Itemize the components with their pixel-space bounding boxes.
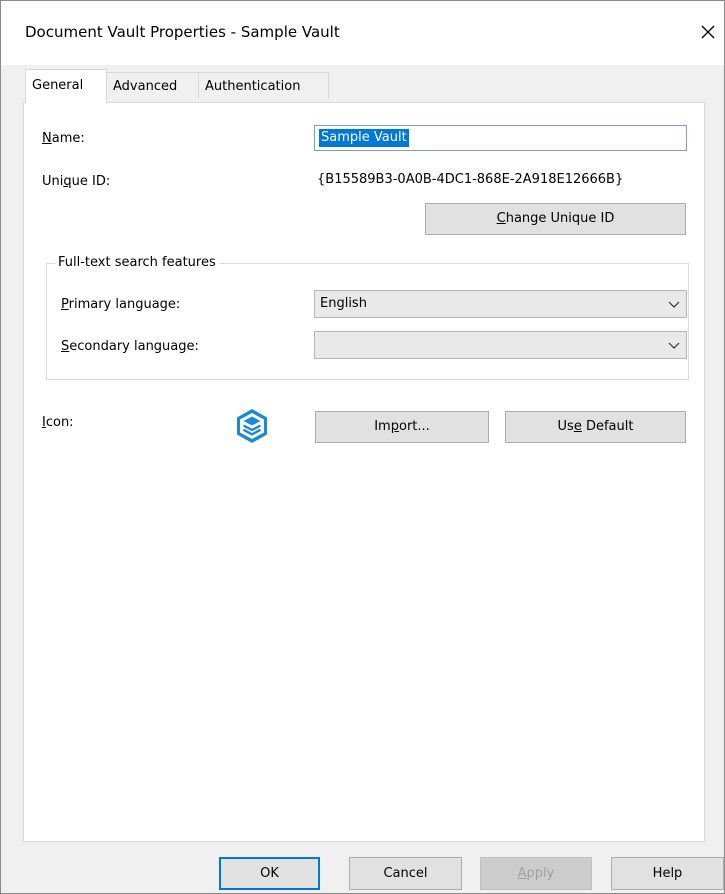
use-default-button[interactable]: Use Default: [505, 411, 686, 443]
import-button-a: Im: [374, 419, 391, 434]
dialog-client-area: General Advanced Authentication Name: Sa…: [1, 65, 724, 893]
unique-id-label-mnemonic: q: [63, 174, 72, 189]
general-tab-panel: Name: Sample Vault Unique ID: {B15589B3-…: [23, 102, 705, 842]
fulltext-group-title: Full-text search features: [55, 255, 219, 270]
primary-language-select[interactable]: English: [314, 290, 687, 318]
window-title: Document Vault Properties - Sample Vault: [25, 23, 340, 41]
close-icon[interactable]: [691, 15, 725, 49]
name-label-rest: ame:: [51, 131, 85, 146]
use-default-mnemonic: e: [573, 419, 582, 434]
change-button-rest: hange Unique ID: [505, 211, 615, 226]
properties-dialog: Document Vault Properties - Sample Vault…: [0, 0, 725, 894]
icon-label: Icon:: [42, 415, 74, 430]
chevron-down-icon: [668, 342, 680, 349]
chevron-down-icon: [668, 301, 680, 308]
name-label-mnemonic: N: [42, 131, 52, 146]
change-button-mnemonic: C: [496, 211, 506, 226]
tab-label: General: [32, 78, 84, 93]
name-field-value: Sample Vault: [319, 129, 409, 147]
name-field[interactable]: Sample Vault: [314, 125, 687, 151]
import-button-b: ort...: [398, 419, 430, 434]
unique-id-label-a: Uni: [42, 174, 64, 189]
tab-label: Advanced: [113, 79, 178, 94]
unique-id-value: {B15589B3-0A0B-4DC1-868E-2A918E12666B}: [317, 172, 624, 187]
tab-advanced[interactable]: Advanced: [106, 72, 199, 99]
ok-button[interactable]: OK: [219, 857, 320, 890]
fulltext-search-group: Full-text search features Primary langua…: [46, 255, 689, 380]
secondary-language-select[interactable]: [314, 331, 687, 359]
help-button[interactable]: Help: [611, 857, 724, 890]
import-button-mnemonic: p: [390, 419, 399, 434]
tab-label: Authentication: [205, 79, 301, 94]
cancel-button[interactable]: Cancel: [349, 857, 462, 890]
change-unique-id-button[interactable]: Change Unique ID: [425, 203, 686, 235]
secondary-language-label: Secondary language:: [61, 339, 199, 354]
vault-layers-icon: [234, 408, 270, 444]
primary-language-label: Primary language:: [61, 297, 180, 312]
apply-button-rest: pply: [526, 866, 555, 881]
apply-button[interactable]: Apply: [480, 857, 592, 890]
secondary-label-rest: econdary language:: [69, 339, 199, 354]
use-default-b: Default: [581, 419, 634, 434]
primary-label-mnemonic: P: [61, 297, 69, 312]
name-label: Name:: [42, 131, 85, 146]
unique-id-label-b: ue ID:: [71, 174, 111, 189]
apply-button-mnemonic: A: [517, 866, 527, 881]
tab-authentication[interactable]: Authentication: [198, 72, 329, 99]
tab-general[interactable]: General: [25, 69, 107, 103]
use-default-a: Us: [557, 419, 574, 434]
icon-label-rest: con:: [45, 415, 74, 430]
import-button[interactable]: Import...: [315, 411, 489, 443]
primary-language-value: English: [320, 296, 367, 311]
unique-id-label: Unique ID:: [42, 174, 110, 189]
primary-label-rest: rimary language:: [68, 297, 181, 312]
title-bar: Document Vault Properties - Sample Vault: [1, 1, 724, 65]
